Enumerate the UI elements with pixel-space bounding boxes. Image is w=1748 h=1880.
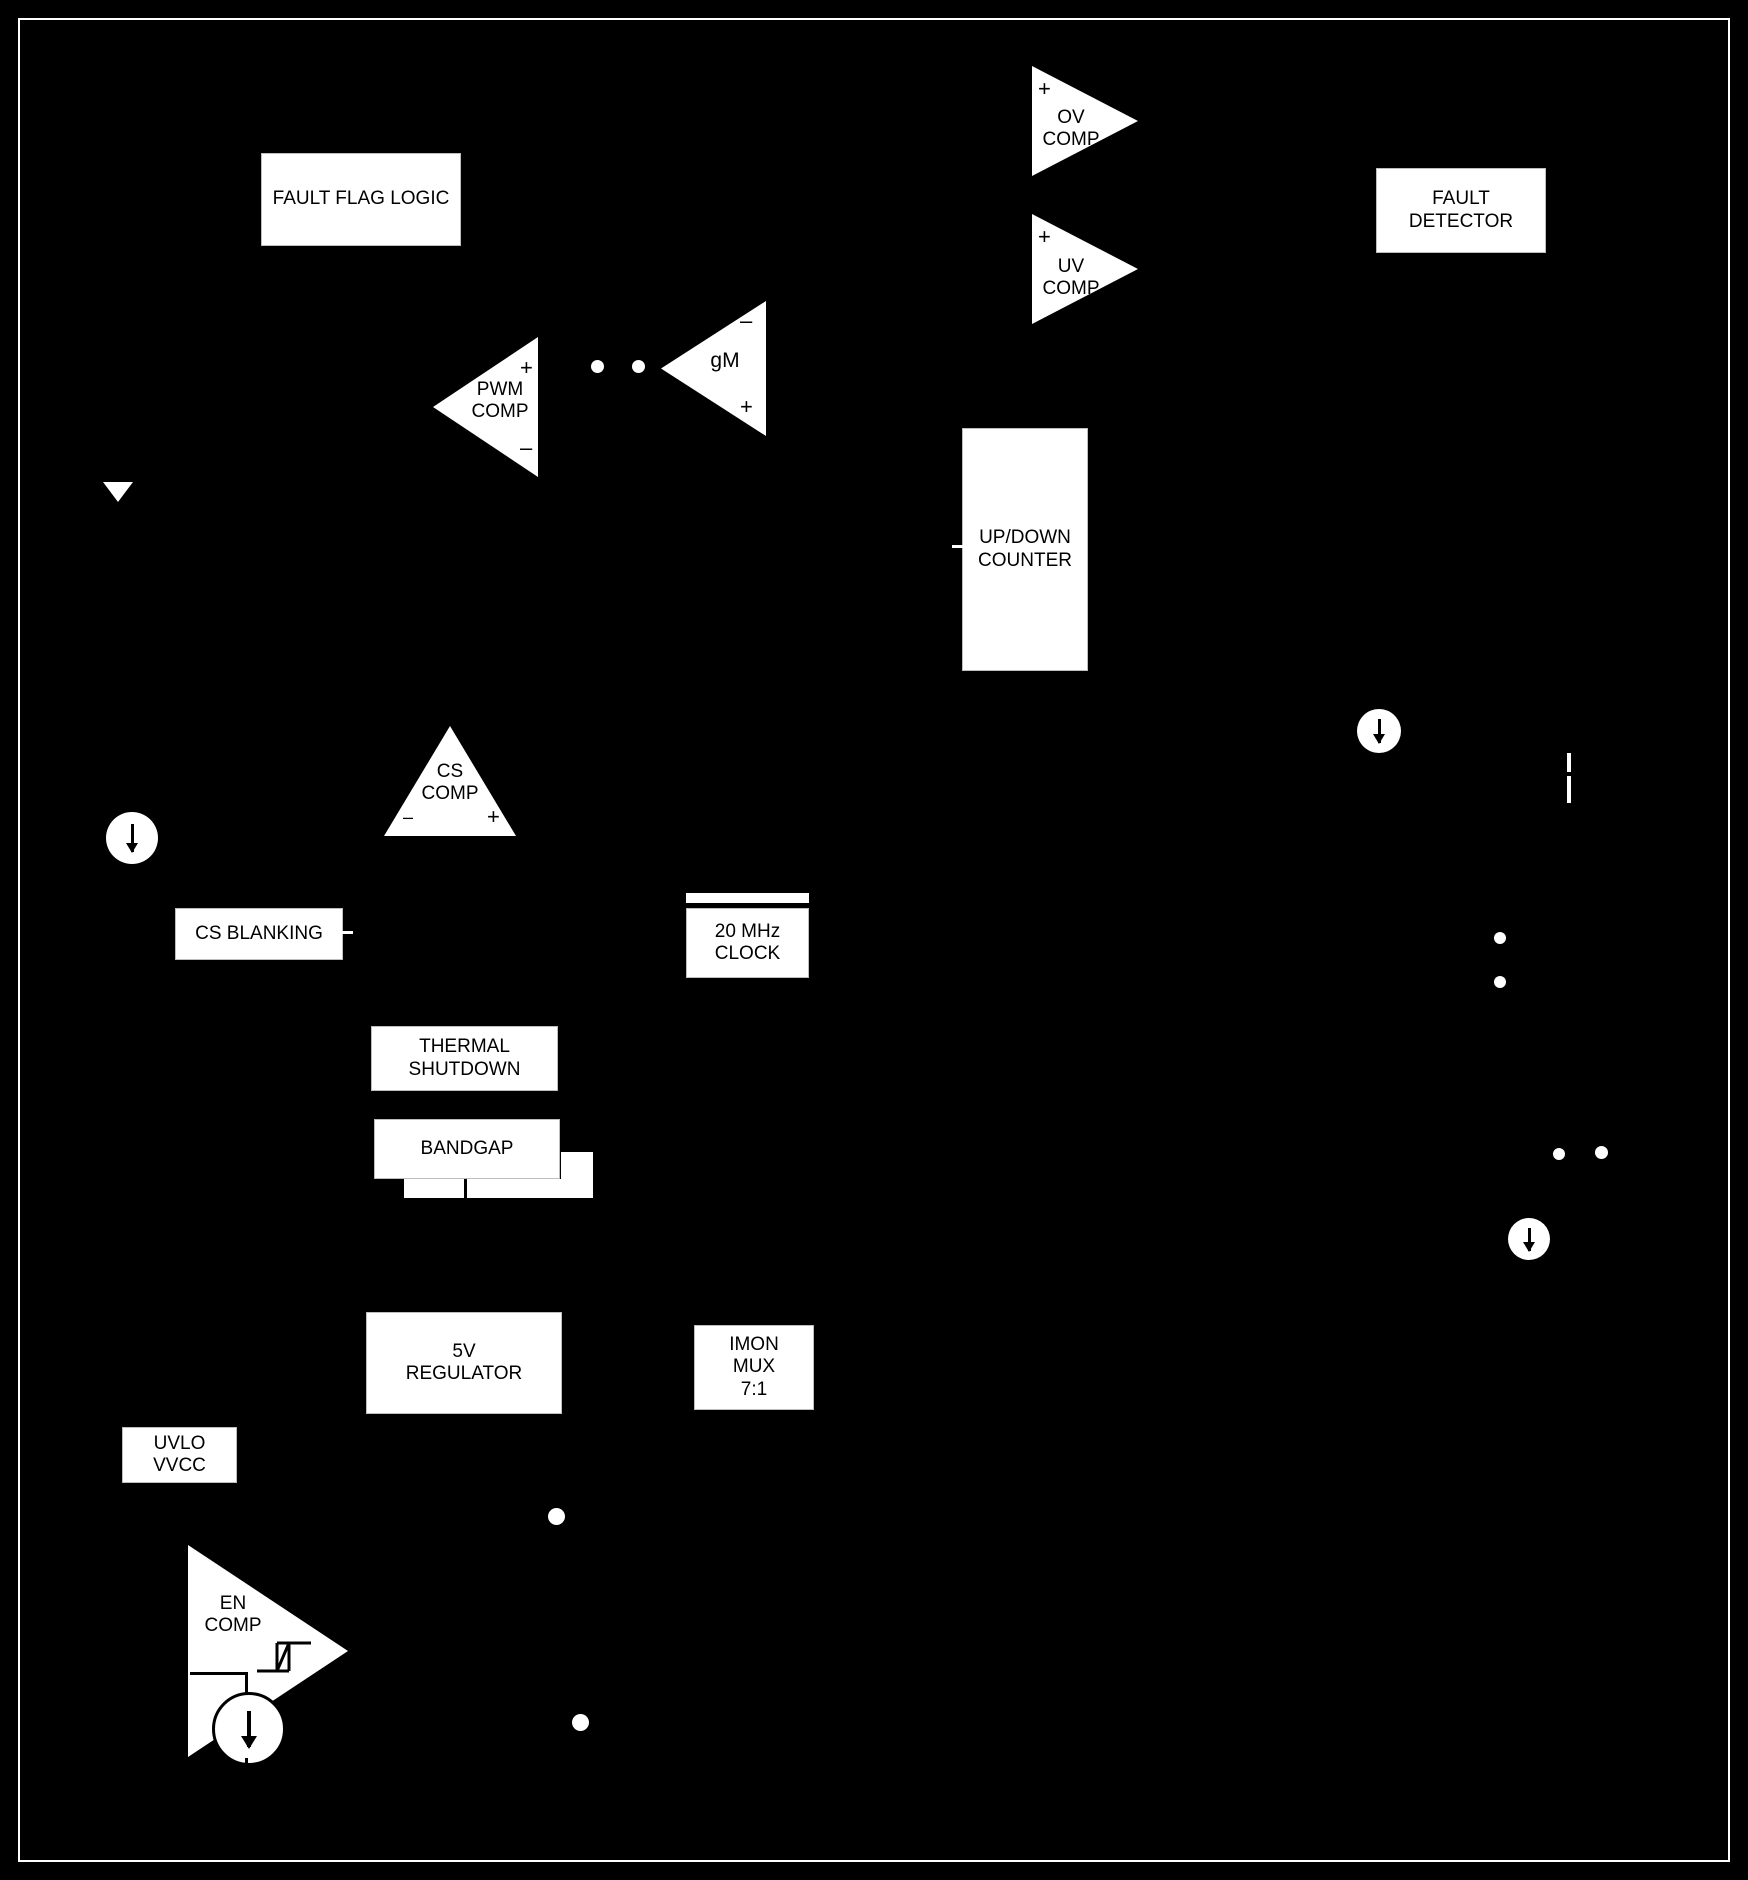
- hysteresis-icon: [257, 1641, 311, 1673]
- comparator-uv-comp[interactable]: [1032, 214, 1138, 324]
- block-bandgap[interactable]: BANDGAP: [374, 1119, 560, 1179]
- block-diagram-canvas: FAULT FLAG LOGIC FAULT DETECTOR UP/DOWN …: [0, 0, 1748, 1880]
- bandgap-base-bar: [404, 1179, 593, 1198]
- junction-dot: [1494, 976, 1506, 988]
- junction-dot: [1494, 932, 1506, 944]
- block-uvlo-vvcc[interactable]: UVLO VVCC: [122, 1427, 237, 1483]
- junction-dot: [572, 1714, 589, 1731]
- en-comp-csrc-lead-bottom: [245, 1758, 248, 1780]
- junction-dot: [591, 360, 604, 373]
- block-label: UP/DOWN COUNTER: [978, 527, 1072, 571]
- block-label: FAULT DETECTOR: [1408, 188, 1514, 232]
- en-comp-csrc-lead-top: [245, 1672, 248, 1694]
- junction-dot: [632, 360, 645, 373]
- down-triangle-marker-icon: [103, 482, 133, 502]
- block-cs-blanking[interactable]: CS BLANKING: [175, 908, 343, 960]
- comparator-pwm-comp[interactable]: [433, 337, 538, 477]
- block-label: UVLO VVCC: [153, 1432, 206, 1476]
- junction-dot: [1553, 1148, 1565, 1160]
- clock-top-bar: [686, 893, 809, 903]
- counter-input-stub: [952, 545, 964, 548]
- junction-dot: [1595, 1146, 1608, 1159]
- block-label: THERMAL SHUTDOWN: [408, 1036, 521, 1080]
- comparator-gm-amp[interactable]: [661, 301, 766, 436]
- en-comp-csrc-top-wire: [190, 1672, 248, 1675]
- block-label: IMON MUX 7:1: [729, 1334, 779, 1400]
- block-20mhz-clock[interactable]: 20 MHz CLOCK: [686, 908, 809, 978]
- block-imon-mux[interactable]: IMON MUX 7:1: [694, 1325, 814, 1410]
- block-label: BANDGAP: [420, 1137, 514, 1159]
- vertical-lead-break: [1566, 772, 1572, 776]
- block-thermal-shutdown[interactable]: THERMAL SHUTDOWN: [371, 1026, 558, 1091]
- vertical-lead: [1567, 753, 1571, 803]
- junction-dot: [548, 1508, 565, 1525]
- block-fault-detector[interactable]: FAULT DETECTOR: [1376, 168, 1546, 253]
- current-source-icon: [212, 1692, 286, 1766]
- block-up-down-counter[interactable]: UP/DOWN COUNTER: [962, 428, 1088, 671]
- comparator-ov-comp[interactable]: [1032, 66, 1138, 176]
- block-label: FAULT FLAG LOGIC: [272, 188, 450, 210]
- bandgap-base-divider: [464, 1179, 467, 1198]
- block-label: CS BLANKING: [195, 922, 323, 944]
- block-fault-flag-logic[interactable]: FAULT FLAG LOGIC: [261, 153, 461, 246]
- block-label: 5V REGULATOR: [405, 1340, 523, 1384]
- comparator-cs-comp[interactable]: [384, 726, 516, 836]
- block-label: 20 MHz CLOCK: [714, 920, 781, 964]
- cs-blanking-output-stub: [339, 931, 353, 934]
- current-source-icon: [106, 812, 158, 864]
- block-5v-regulator[interactable]: 5V REGULATOR: [366, 1312, 562, 1414]
- current-source-icon: [1508, 1218, 1550, 1260]
- current-source-icon: [1357, 709, 1401, 753]
